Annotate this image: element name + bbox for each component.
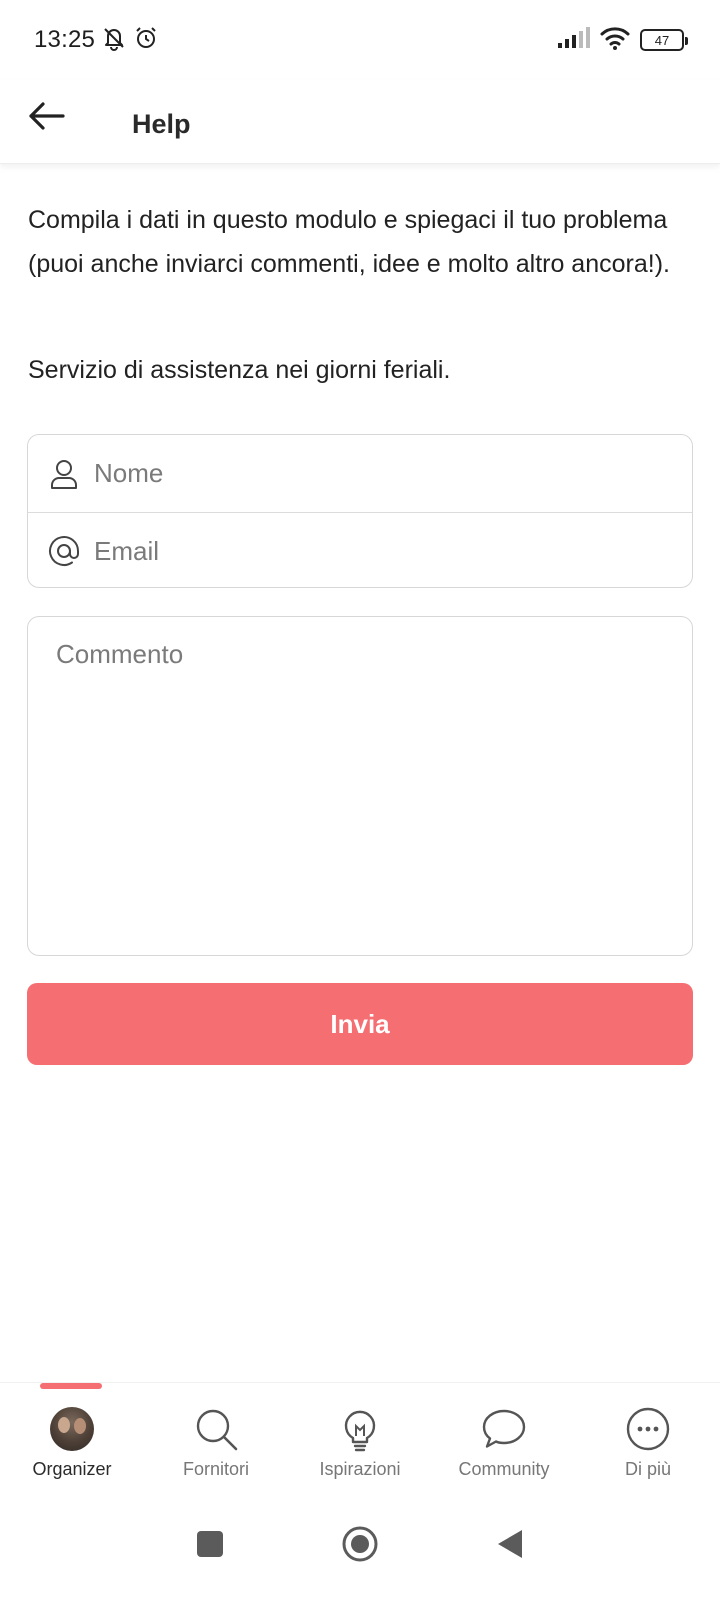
nav-item-community[interactable]: Community <box>432 1383 576 1493</box>
email-field-row <box>28 512 692 589</box>
user-icon <box>48 458 80 490</box>
service-hours-text: Servizio di assistenza nei giorni ferial… <box>28 356 451 384</box>
page-title: Help <box>132 109 191 139</box>
contact-fields <box>27 434 693 588</box>
nav-label-organizer: Organizer <box>32 1459 112 1479</box>
search-icon <box>192 1405 240 1453</box>
nav-label-fornitori: Fornitori <box>182 1459 249 1479</box>
system-nav-bar <box>0 1492 720 1600</box>
chat-bubble-icon <box>480 1405 528 1453</box>
submit-button[interactable]: Invia <box>27 983 693 1065</box>
status-left: 13:25 <box>34 25 159 56</box>
status-right: 47 <box>556 26 688 55</box>
nav-label-community: Community <box>458 1459 550 1479</box>
arrow-left-icon <box>27 101 65 136</box>
square-icon <box>196 1530 224 1563</box>
comment-field <box>27 616 693 956</box>
bell-off-icon <box>101 25 127 56</box>
active-indicator <box>40 1383 102 1389</box>
help-screen: 13:25 47 Help Compila i dati in questo m… <box>0 0 720 1600</box>
app-header: Help <box>0 80 720 164</box>
nav-item-organizer[interactable]: Organizer <box>0 1383 144 1493</box>
recents-button[interactable] <box>190 1526 230 1566</box>
nav-item-fornitori[interactable]: Fornitori <box>144 1383 288 1493</box>
signal-icon <box>556 26 590 54</box>
intro-description: Compila i dati in questo modulo e spiega… <box>28 206 670 278</box>
triangle-back-icon <box>496 1528 524 1565</box>
at-sign-icon <box>48 535 80 567</box>
alarm-icon <box>133 25 159 56</box>
comment-input[interactable] <box>56 639 664 933</box>
status-time: 13:25 <box>34 26 96 53</box>
battery-icon: 47 <box>640 29 688 51</box>
more-icon <box>624 1405 672 1453</box>
lightbulb-icon <box>336 1405 384 1453</box>
back-nav-button[interactable] <box>490 1526 530 1566</box>
status-bar: 13:25 47 <box>0 0 720 80</box>
back-button[interactable] <box>24 96 68 140</box>
name-input[interactable] <box>94 443 654 504</box>
bottom-nav: Organizer Fornitori Ispirazioni Communit… <box>0 1382 720 1492</box>
nav-label-di-piu: Di più <box>624 1459 672 1479</box>
battery-level: 47 <box>654 32 670 48</box>
email-input[interactable] <box>94 521 654 581</box>
name-field-row <box>28 435 692 512</box>
avatar <box>48 1405 96 1453</box>
nav-item-ispirazioni[interactable]: Ispirazioni <box>288 1383 432 1493</box>
nav-label-ispirazioni: Ispirazioni <box>319 1459 401 1479</box>
home-button[interactable] <box>340 1526 380 1566</box>
wifi-icon <box>600 26 630 55</box>
home-circle-icon <box>341 1525 379 1568</box>
nav-item-di-piu[interactable]: Di più <box>576 1383 720 1493</box>
